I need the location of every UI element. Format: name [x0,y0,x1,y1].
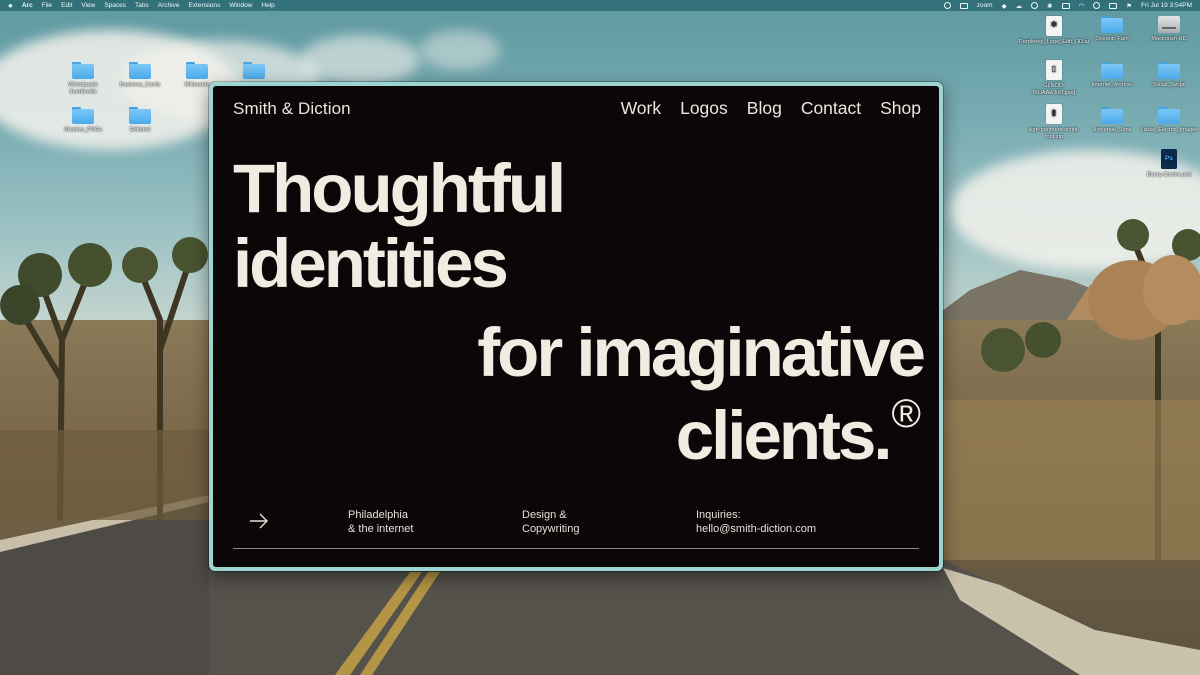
desktop-folder-editorial[interactable]: Editorial [111,107,169,134]
flag-icon[interactable]: ⚑ [1126,2,1132,10]
menu-bar: ● Arc File Edit View Spaces Tabs Archive… [0,0,1200,11]
menu-window[interactable]: Window [229,2,252,9]
menu-edit[interactable]: Edit [61,2,72,9]
menu-tabs[interactable]: Tabs [135,2,149,9]
menu-extensions[interactable]: Extensions [188,2,220,9]
desktop-file-perplexity-logo[interactable]: ✱ Perplexity_Logo_Edit_DD.ai [1019,16,1089,46]
desktop-folder-visual-electric[interactable]: Visual_Electric_Images [1140,107,1198,134]
nav-logos-link[interactable]: Logos [680,98,728,119]
photoshop-file-icon: Ps [1161,149,1177,169]
desktop-folder-social-swipe[interactable]: Social_Swipe [1140,62,1198,89]
nav-shop-link[interactable]: Shop [880,98,921,119]
folder-icon [72,62,94,79]
nav-work-link[interactable]: Work [621,98,662,119]
image-file-icon: ▯ [1046,60,1062,80]
hard-drive-icon [1158,16,1180,33]
desktop-file-blurry-circles-psd[interactable]: Ps Blurry-Circles.psd [1140,149,1198,179]
email-link[interactable]: hello@smith-diction.com [696,522,816,536]
registered-mark: ® [891,392,921,436]
wallpaper-joshua-trees-left [0,237,209,520]
hero-headline-line-4: clients.® [676,394,921,470]
folder-icon [1101,62,1123,79]
nav-blog-link[interactable]: Blog [747,98,782,119]
folder-icon [243,62,265,79]
folder-icon [1101,107,1123,124]
folder-icon [129,107,151,124]
arrow-right-icon[interactable] [249,513,269,529]
menu-archive[interactable]: Archive [158,2,180,9]
desktop-folder-oceanic-fam[interactable]: Oceanic Fam [1083,16,1141,43]
nav-contact-link[interactable]: Contact [801,98,861,119]
zip-file-icon: ▮ [1046,104,1062,124]
gear-icon[interactable] [1031,2,1039,9]
site-brand-link[interactable]: Smith & Diction [233,99,351,119]
search-icon[interactable] [1093,2,1101,9]
apple-menu-icon[interactable]: ● [8,1,13,10]
menu-file[interactable]: File [42,2,52,9]
folder-icon [72,107,94,124]
footer-divider [233,548,919,549]
desktop-folder-internet-archive[interactable]: Internet_Archive [1083,62,1141,89]
menu-help[interactable]: Help [261,2,274,9]
desktop-folder-universal-sans[interactable]: Universal_Sans [1083,107,1141,134]
hero-headline-line-2: identities [233,225,509,302]
desktop-folder-unlabeled[interactable] [225,62,283,82]
folder-icon [1101,16,1123,33]
desktop-file-glnod-jpeg[interactable]: ▯ GLNOD-fXUAAwJnD.jpeg [1025,60,1083,97]
wallpaper-joshua-trees-right [943,219,1200,560]
illustrator-file-icon: ✱ [1046,16,1062,36]
services-info: Design & Copywriting [522,509,580,536]
menu-spaces[interactable]: Spaces [104,2,126,9]
hero-headline-line-3: for imaginative [477,314,926,391]
hero-headline-line-1: Thoughtful [233,150,566,227]
location-info: Philadelphia & the internet [348,509,414,536]
hero-headline-clients: clients. [675,397,893,474]
battery-icon[interactable] [1061,2,1070,9]
website-page: Smith & Diction Work Logos Blog Contact … [213,86,939,567]
desktop-drive-macintosh-hd[interactable]: Macintosh HD [1140,16,1198,43]
desktop-folder-shadow-pngs[interactable]: Shadow_PNGs [54,107,112,134]
desktop-file-sign-panthers-zip[interactable]: ▮ sign-panthers-script-font.zip [1025,104,1083,141]
inquiries-info: Inquiries: hello@smith-diction.com [696,509,816,536]
desktop-folder-wheatpaste[interactable]: Wheatpaste thumbnails [54,62,112,96]
control-center-icon[interactable] [1109,2,1118,9]
bluetooth-icon[interactable]: ✱ [1047,2,1052,10]
screen-record-icon[interactable] [959,2,968,9]
wifi-icon[interactable]: ◠ [1079,2,1085,10]
menu-clock[interactable]: Fri Jul 19 3:54PM [1141,2,1192,9]
folder-icon [129,62,151,79]
folder-icon [1158,62,1180,79]
zoom-status-label[interactable]: zoom [977,2,993,9]
folder-icon [186,62,208,79]
folder-icon [1158,107,1180,124]
creative-cloud-icon[interactable]: ☁ [1016,2,1023,10]
status-app-icon[interactable] [943,2,951,9]
menu-app-name[interactable]: Arc [22,2,33,9]
site-nav: Work Logos Blog Contact Shop [621,98,921,119]
menu-view[interactable]: View [81,2,95,9]
desktop-folder-business-cards[interactable]: Business_Cards [111,62,169,89]
dropbox-icon[interactable]: ◆ [1002,2,1007,10]
browser-window[interactable]: Smith & Diction Work Logos Blog Contact … [209,82,943,571]
